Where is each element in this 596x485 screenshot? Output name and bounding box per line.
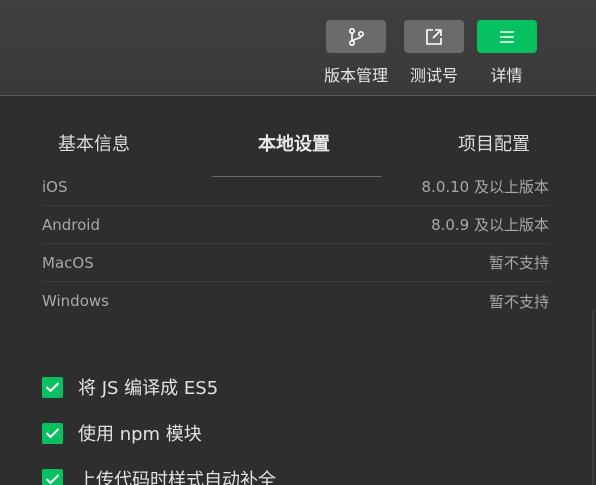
option-es5[interactable]: 将 JS 编译成 ES5: [42, 364, 276, 410]
details-label: 详情: [490, 66, 523, 85]
details-tool[interactable]: 详情: [476, 20, 537, 86]
compile-options: 将 JS 编译成 ES5 使用 npm 模块 上传代码时样式自动补全: [42, 364, 276, 485]
checkmark-icon: [45, 474, 60, 485]
details-button[interactable]: [476, 20, 537, 53]
test-account-button[interactable]: [404, 20, 464, 53]
os-requirement: 暂不支持: [488, 292, 549, 311]
os-name: MacOS: [42, 253, 94, 272]
top-toolbar: 版本管理 测试号 详情: [0, 0, 596, 96]
scrollbar-track[interactable]: [592, 310, 594, 485]
checkmark-icon: [45, 382, 60, 393]
external-link-icon: [424, 27, 444, 47]
table-row: Windows 暂不支持: [42, 282, 549, 320]
table-row: MacOS 暂不支持: [42, 244, 549, 282]
version-management-tool[interactable]: 版本管理: [323, 20, 388, 86]
tab-local-settings[interactable]: 本地设置: [258, 130, 330, 156]
test-account-tool[interactable]: 测试号: [404, 20, 464, 86]
option-npm[interactable]: 使用 npm 模块: [42, 410, 276, 456]
version-management-label: 版本管理: [323, 66, 388, 85]
checkmark-icon: [45, 428, 60, 439]
table-row: iOS 8.0.10 及以上版本: [42, 168, 549, 206]
os-name: Android: [42, 215, 100, 234]
os-requirement: 8.0.10 及以上版本: [421, 178, 549, 196]
es5-label: 将 JS 编译成 ES5: [78, 378, 219, 399]
table-row: Android 8.0.9 及以上版本: [42, 206, 549, 244]
os-requirement: 暂不支持: [488, 254, 549, 272]
npm-label: 使用 npm 模块: [78, 424, 202, 445]
tab-project-config[interactable]: 项目配置: [458, 130, 530, 156]
es5-checkbox[interactable]: [42, 376, 63, 398]
autoprefix-checkbox[interactable]: [42, 468, 63, 485]
os-name: iOS: [42, 177, 68, 196]
npm-checkbox[interactable]: [42, 422, 63, 444]
settings-tabs: 基本信息 本地设置 项目配置: [0, 96, 596, 178]
os-name: Windows: [42, 292, 109, 310]
version-table: iOS 8.0.10 及以上版本 Android 8.0.9 及以上版本 Mac…: [42, 168, 549, 320]
menu-icon: [498, 29, 516, 45]
test-account-label: 测试号: [409, 66, 458, 85]
autoprefix-label: 上传代码时样式自动补全: [78, 470, 276, 485]
version-management-button[interactable]: [326, 20, 386, 53]
os-requirement: 8.0.9 及以上版本: [431, 216, 549, 234]
option-autoprefix[interactable]: 上传代码时样式自动补全: [42, 456, 276, 485]
branch-icon: [346, 27, 366, 47]
tab-basic-info[interactable]: 基本信息: [58, 130, 130, 156]
